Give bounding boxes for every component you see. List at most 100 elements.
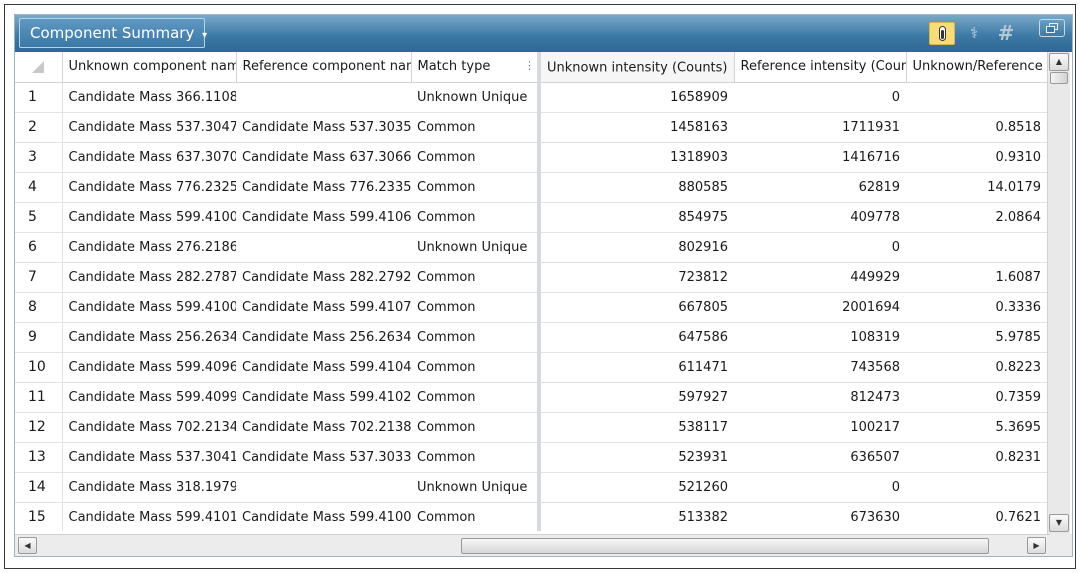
- cell-match-type[interactable]: Common: [411, 382, 541, 413]
- row-number[interactable]: 15: [15, 502, 63, 531]
- row-number[interactable]: 3: [15, 142, 63, 173]
- table-row[interactable]: 13 Candidate Mass 537.3041 Candidate Mass …: [15, 442, 1047, 473]
- scroll-left-icon[interactable]: ◀: [18, 537, 37, 554]
- select-all-corner[interactable]: [15, 52, 63, 83]
- table-row[interactable]: 15 Candidate Mass 599.4101 Candidate Mass …: [15, 502, 1047, 531]
- cell-reference-intensity[interactable]: 1711931: [734, 112, 906, 143]
- cell-unknown-intensity[interactable]: 1658909: [539, 82, 734, 113]
- cell-unknown-name[interactable]: Candidate Mass 599.4101: [62, 502, 236, 531]
- cell-unknown-name[interactable]: Candidate Mass 537.3041: [62, 442, 236, 473]
- cell-ratio[interactable]: 1.6087: [906, 262, 1047, 293]
- cell-unknown-name[interactable]: Candidate Mass 282.2787: [62, 262, 236, 293]
- row-number[interactable]: 11: [15, 382, 63, 413]
- table-row[interactable]: 9 Candidate Mass 256.2634 Candidate Mass 2…: [15, 322, 1047, 353]
- cell-unknown-intensity[interactable]: 854975: [539, 202, 734, 233]
- row-number[interactable]: 8: [15, 292, 63, 323]
- cell-match-type[interactable]: Unknown Unique: [411, 82, 541, 113]
- cell-reference-name[interactable]: Candidate Mass 776.2335: [236, 172, 411, 203]
- cell-unknown-intensity[interactable]: 611471: [539, 352, 734, 383]
- table-row[interactable]: 14 Candidate Mass 318.1979 Unknown Unique 5…: [15, 472, 1047, 503]
- cell-reference-name[interactable]: Candidate Mass 537.3033: [236, 442, 411, 473]
- stethoscope-icon[interactable]: ⚕: [961, 22, 987, 45]
- thermometer-icon[interactable]: [929, 22, 955, 45]
- cell-unknown-name[interactable]: Candidate Mass 318.1979: [62, 472, 236, 503]
- cell-unknown-name[interactable]: Candidate Mass 537.3047: [62, 112, 236, 143]
- vertical-scroll-thumb[interactable]: [1050, 72, 1068, 84]
- cell-reference-intensity[interactable]: 100217: [734, 412, 906, 443]
- table-row[interactable]: 10 Candidate Mass 599.4096 Candidate Mass …: [15, 352, 1047, 383]
- cell-unknown-name[interactable]: Candidate Mass 366.1108: [62, 82, 236, 113]
- cell-unknown-intensity[interactable]: 513382: [539, 502, 734, 531]
- cell-unknown-intensity[interactable]: 1318903: [539, 142, 734, 173]
- col-header-reference-name[interactable]: Reference component name: [236, 52, 412, 83]
- cell-reference-name[interactable]: Candidate Mass 599.4106: [236, 202, 411, 233]
- cell-unknown-intensity[interactable]: 523931: [539, 442, 734, 473]
- cell-unknown-name[interactable]: Candidate Mass 702.2134: [62, 412, 236, 443]
- cell-reference-intensity[interactable]: 409778: [734, 202, 906, 233]
- table-row[interactable]: 12 Candidate Mass 702.2134 Candidate Mass …: [15, 412, 1047, 443]
- cell-ratio[interactable]: 14.0179: [906, 172, 1047, 203]
- col-header-match-type[interactable]: ⋮ Match type: [411, 52, 541, 83]
- vertical-scrollbar[interactable]: ▲ ▼: [1047, 52, 1070, 534]
- cell-reference-intensity[interactable]: 0: [734, 232, 906, 263]
- cell-unknown-intensity[interactable]: 802916: [539, 232, 734, 263]
- table-row[interactable]: 3 Candidate Mass 637.3070 Candidate Mass 6…: [15, 142, 1047, 173]
- cell-reference-intensity[interactable]: 0: [734, 472, 906, 503]
- table-row[interactable]: 7 Candidate Mass 282.2787 Candidate Mass 2…: [15, 262, 1047, 293]
- cell-ratio[interactable]: 0.3336: [906, 292, 1047, 323]
- table-row[interactable]: 8 Candidate Mass 599.4100 Candidate Mass 5…: [15, 292, 1047, 323]
- cell-reference-name[interactable]: [236, 82, 411, 113]
- table-row[interactable]: 2 Candidate Mass 537.3047 Candidate Mass 5…: [15, 112, 1047, 143]
- cell-reference-intensity[interactable]: 2001694: [734, 292, 906, 323]
- cell-reference-name[interactable]: Candidate Mass 599.4104: [236, 352, 411, 383]
- cell-reference-intensity[interactable]: 636507: [734, 442, 906, 473]
- col-header-ratio[interactable]: Unknown/Reference: [906, 52, 1047, 83]
- row-number[interactable]: 5: [15, 202, 63, 233]
- cell-match-type[interactable]: Common: [411, 502, 541, 531]
- table-row[interactable]: 1 Candidate Mass 366.1108 Unknown Unique 16…: [15, 82, 1047, 113]
- table-row[interactable]: 4 Candidate Mass 776.2325 Candidate Mass 7…: [15, 172, 1047, 203]
- cell-unknown-name[interactable]: Candidate Mass 256.2634: [62, 322, 236, 353]
- column-grip-icon[interactable]: ⋮: [524, 59, 535, 72]
- row-number[interactable]: 2: [15, 112, 63, 143]
- cell-reference-name[interactable]: Candidate Mass 599.4102: [236, 382, 411, 413]
- cell-reference-name[interactable]: Candidate Mass 537.3035: [236, 112, 411, 143]
- hash-icon[interactable]: #: [993, 22, 1019, 45]
- cell-ratio[interactable]: 0.8518: [906, 112, 1047, 143]
- horizontal-scroll-thumb[interactable]: [461, 538, 989, 554]
- component-summary-dropdown[interactable]: Component Summary ▾: [19, 18, 207, 48]
- cell-ratio[interactable]: 2.0864: [906, 202, 1047, 233]
- scroll-up-icon[interactable]: ▲: [1049, 53, 1069, 71]
- restore-window-icon[interactable]: [1039, 19, 1065, 37]
- col-header-unknown-intensity[interactable]: Unknown intensity (Counts) 1 ▼: [539, 52, 735, 83]
- cell-ratio[interactable]: 5.3695: [906, 412, 1047, 443]
- cell-reference-intensity[interactable]: 673630: [734, 502, 906, 531]
- cell-match-type[interactable]: Common: [411, 412, 541, 443]
- cell-ratio[interactable]: [906, 82, 1047, 113]
- cell-match-type[interactable]: Common: [411, 292, 541, 323]
- cell-unknown-name[interactable]: Candidate Mass 637.3070: [62, 142, 236, 173]
- cell-ratio[interactable]: 0.9310: [906, 142, 1047, 173]
- cell-unknown-intensity[interactable]: 723812: [539, 262, 734, 293]
- cell-reference-name[interactable]: Candidate Mass 599.4100: [236, 502, 411, 531]
- horizontal-scrollbar[interactable]: ◀ ▶: [15, 534, 1050, 556]
- table-row[interactable]: 5 Candidate Mass 599.4100 Candidate Mass 5…: [15, 202, 1047, 233]
- col-header-reference-intensity[interactable]: Reference intensity (Counts): [734, 52, 907, 83]
- cell-ratio[interactable]: [906, 472, 1047, 503]
- row-number[interactable]: 12: [15, 412, 63, 443]
- row-number[interactable]: 13: [15, 442, 63, 473]
- cell-ratio[interactable]: 0.7621: [906, 502, 1047, 531]
- cell-match-type[interactable]: Common: [411, 142, 541, 173]
- col-header-unknown-name[interactable]: Unknown component name: [62, 52, 237, 83]
- cell-match-type[interactable]: Common: [411, 172, 541, 203]
- cell-reference-name[interactable]: [236, 232, 411, 263]
- cell-unknown-name[interactable]: Candidate Mass 599.4100: [62, 202, 236, 233]
- row-number[interactable]: 6: [15, 232, 63, 263]
- row-number[interactable]: 4: [15, 172, 63, 203]
- cell-match-type[interactable]: Common: [411, 202, 541, 233]
- cell-match-type[interactable]: Common: [411, 112, 541, 143]
- cell-unknown-name[interactable]: Candidate Mass 599.4100: [62, 292, 236, 323]
- cell-unknown-name[interactable]: Candidate Mass 776.2325: [62, 172, 236, 203]
- cell-reference-intensity[interactable]: 62819: [734, 172, 906, 203]
- cell-unknown-intensity[interactable]: 667805: [539, 292, 734, 323]
